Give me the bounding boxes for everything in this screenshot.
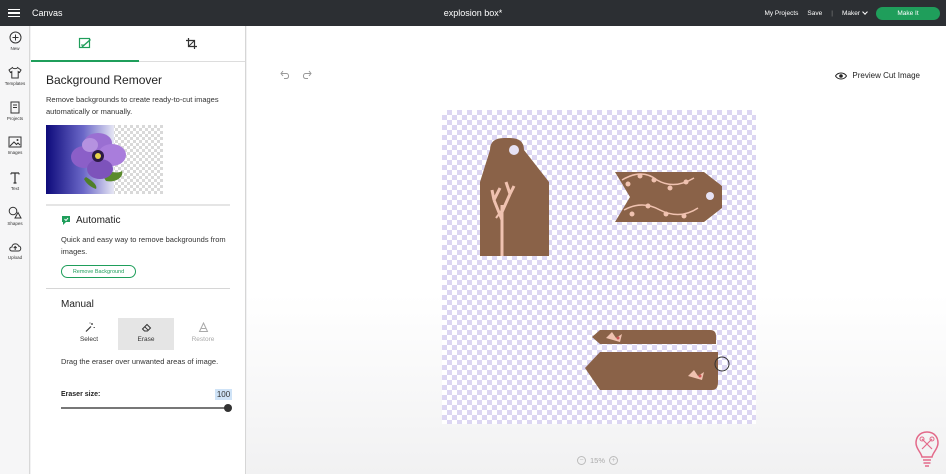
edit-image-icon [78, 37, 91, 49]
crop-icon [186, 38, 197, 49]
nav-images[interactable]: Images [0, 136, 30, 155]
app-name: Canvas [32, 8, 63, 18]
tool-label: Restore [191, 336, 215, 343]
image-canvas[interactable] [442, 110, 756, 424]
eraser-size-label: Eraser size: [61, 391, 101, 398]
panel-description: Remove backgrounds to create ready-to-cu… [46, 95, 219, 116]
menu-icon[interactable] [0, 0, 28, 26]
nav-label: Images [7, 150, 23, 155]
chevron-down-icon [862, 9, 868, 15]
automatic-title: Automatic [76, 215, 121, 226]
automatic-icon [62, 216, 70, 225]
canvas-area: Preview Cut Image − 15% + [247, 26, 946, 474]
plus-circle-icon [9, 31, 21, 44]
my-projects-link[interactable]: My Projects [764, 10, 798, 17]
active-tab-indicator [31, 60, 139, 62]
manual-title: Manual [61, 299, 94, 310]
nav-label: Templates [4, 81, 26, 86]
tool-label: Erase [137, 336, 155, 343]
machine-label: Maker [841, 9, 860, 17]
nav-shapes[interactable]: Shapes [0, 206, 30, 226]
slider-fill [61, 407, 228, 409]
machine-select[interactable]: Maker [841, 9, 868, 17]
nav-label: Shapes [7, 221, 23, 226]
nav-upload[interactable]: Upload [0, 241, 30, 260]
tab-crop[interactable] [138, 26, 245, 61]
eraser-size-input[interactable]: 100 [215, 389, 232, 400]
slider-knob[interactable] [224, 404, 232, 412]
eye-icon [835, 72, 848, 79]
panel-tabs [31, 26, 245, 62]
automatic-description: Quick and easy way to remove backgrounds… [61, 235, 226, 256]
undo-icon[interactable] [280, 70, 291, 80]
section-divider [46, 288, 230, 289]
zoom-control: − 15% + [577, 456, 619, 465]
remove-background-button[interactable]: Remove Background [61, 265, 136, 278]
tab-remove-background[interactable] [31, 26, 138, 61]
nav-label: Projects [6, 116, 24, 121]
magic-wand-icon [85, 322, 95, 332]
nav-text[interactable]: Text [0, 171, 30, 191]
background-remover-panel: Background Remover Remove backgrounds to… [31, 26, 246, 474]
section-divider [46, 204, 230, 206]
nav-label: New [10, 46, 20, 51]
top-right-actions: My Projects Save | Maker Make It [764, 0, 940, 26]
zoom-in-button[interactable]: + [609, 456, 619, 465]
preview-cut-image-button[interactable]: Preview Cut Image [835, 71, 920, 80]
tags-image [480, 138, 730, 390]
nav-new[interactable]: New [0, 31, 30, 51]
make-it-button[interactable]: Make It [876, 6, 940, 20]
panel-title: Background Remover [46, 73, 163, 87]
select-tool-button[interactable]: Select [61, 318, 117, 350]
tool-label: Select [79, 336, 99, 343]
projects-icon [10, 101, 20, 114]
save-button[interactable]: Save [807, 10, 822, 17]
shapes-icon [8, 206, 22, 219]
text-icon [10, 172, 20, 184]
shirt-icon [8, 66, 22, 79]
manual-description: Drag the eraser over unwanted areas of i… [61, 357, 219, 366]
zoom-out-button[interactable]: − [577, 456, 586, 465]
image-icon [8, 136, 22, 148]
lightbulb-logo [915, 431, 939, 467]
automatic-heading: Automatic [61, 215, 120, 226]
top-bar: Canvas explosion box* My Projects Save |… [0, 0, 946, 26]
nav-projects[interactable]: Projects [0, 101, 30, 121]
nav-label: Upload [7, 255, 23, 260]
redo-icon[interactable] [301, 70, 312, 80]
example-image [46, 125, 163, 194]
left-nav: New Templates Projects Images Text Shape… [0, 26, 30, 474]
restore-tool-button[interactable]: Restore [175, 318, 231, 350]
erase-tool-button[interactable]: Erase [118, 318, 174, 350]
separator: | [831, 9, 833, 17]
preview-label: Preview Cut Image [852, 71, 920, 80]
nav-label: Text [10, 186, 20, 191]
eraser-icon [141, 323, 151, 332]
zoom-level: 15% [590, 456, 606, 465]
nav-templates[interactable]: Templates [0, 66, 30, 86]
upload-icon [8, 243, 21, 252]
restore-icon [198, 322, 208, 332]
eraser-size-slider[interactable] [61, 407, 228, 409]
